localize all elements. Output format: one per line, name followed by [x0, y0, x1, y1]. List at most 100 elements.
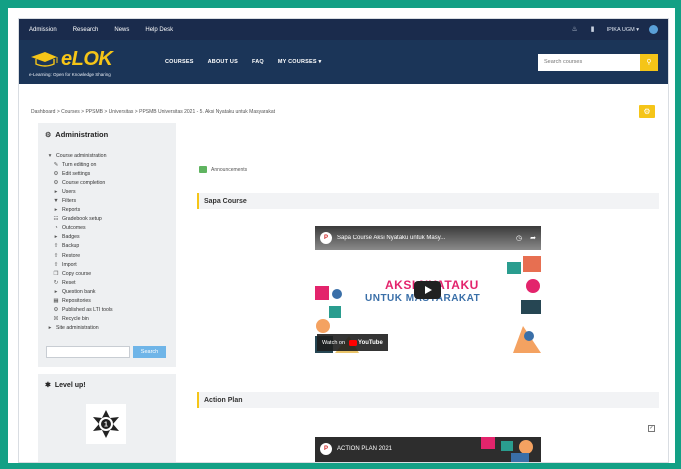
- nav-faq[interactable]: FAQ: [252, 59, 264, 65]
- course-search-input[interactable]: [538, 53, 640, 71]
- admin-item-icon: ☒: [53, 316, 59, 323]
- admin-item[interactable]: ▸ Users: [47, 187, 176, 196]
- nav-about-us[interactable]: ABOUT US: [208, 59, 238, 65]
- main-navbar: eLOK e-Learning: Open for Knowledge Shar…: [19, 40, 668, 84]
- top-bar: Admission Research News Help Desk ♨ ▮ IP…: [19, 19, 668, 40]
- channel-avatar[interactable]: P: [320, 232, 332, 244]
- top-right: ♨ ▮ IPIKA UGM ▾: [571, 25, 658, 34]
- admin-item[interactable]: ◔ Outcomes: [47, 224, 176, 233]
- admin-item-label: Repositories: [62, 298, 91, 305]
- share-icon[interactable]: ➦: [530, 234, 536, 242]
- forum-icon: [199, 166, 207, 173]
- admin-item-icon: ▾: [48, 152, 52, 159]
- admin-item[interactable]: ▼ Filters: [47, 196, 176, 205]
- admin-item[interactable]: ⚙ Edit settings: [47, 169, 176, 178]
- top-link-help-desk[interactable]: Help Desk: [145, 27, 173, 33]
- gear-icon: ⚙: [643, 107, 651, 116]
- video-action-plan[interactable]: P ACTION PLAN 2021: [315, 437, 541, 462]
- play-button[interactable]: [414, 281, 441, 299]
- site-logo[interactable]: eLOK e-Learning: Open for Knowledge Shar…: [29, 48, 139, 77]
- admin-item[interactable]: ↻ Reset: [47, 278, 176, 287]
- section-action-plan: Action Plan: [197, 392, 659, 408]
- browser-viewport: Admission Research News Help Desk ♨ ▮ IP…: [18, 18, 669, 463]
- user-menu[interactable]: IPIKA UGM ▾: [607, 27, 639, 33]
- admin-item-label: Reset: [62, 279, 76, 286]
- youtube-logo-icon: YouTube: [349, 339, 383, 346]
- level-up-title: ✱ Level up!: [38, 374, 176, 390]
- admin-item-label: Outcomes: [62, 225, 86, 232]
- admin-item-label: Published as LTI tools: [62, 307, 113, 314]
- course-search: ⚲: [538, 53, 658, 71]
- logo-tagline: e-Learning: Open for Knowledge Sharing: [29, 71, 111, 77]
- admin-item[interactable]: ⚙ Published as LTI tools: [47, 306, 176, 315]
- admin-item-label: Copy course: [62, 270, 92, 277]
- admin-item-label: Edit settings: [62, 170, 91, 177]
- search-button[interactable]: ⚲: [640, 53, 658, 71]
- nav-courses[interactable]: COURSES: [165, 59, 194, 65]
- decorative-pattern-right: [507, 256, 541, 353]
- admin-item-icon: ⚙: [53, 170, 59, 177]
- channel-avatar-2[interactable]: P: [320, 443, 332, 455]
- admin-item-icon: ⚙: [53, 307, 59, 314]
- admin-item[interactable]: ⇧ Backup: [47, 242, 176, 251]
- admin-item[interactable]: ❐ Copy course: [47, 269, 176, 278]
- user-name: IPIKA UGM: [606, 26, 635, 33]
- level-badge[interactable]: 1: [86, 404, 126, 444]
- admin-item[interactable]: ⇧ Restore: [47, 251, 176, 260]
- video-sapa-course[interactable]: P Sapa Course Aksi Nyataku untuk Masy...…: [315, 226, 541, 353]
- admin-item-label: Turn editing on: [62, 161, 97, 168]
- page-settings-button[interactable]: ⚙: [639, 105, 655, 118]
- admin-search-button[interactable]: Search: [133, 346, 166, 358]
- admin-item[interactable]: ✎ Turn editing on: [47, 160, 176, 169]
- gears-icon: ⚙: [45, 131, 52, 139]
- admin-item-icon: ⚙: [53, 179, 59, 186]
- admin-item-label: Reports: [62, 207, 81, 214]
- admin-search: Search: [46, 346, 166, 358]
- admin-item[interactable]: ⚙ Course completion: [47, 178, 176, 187]
- admin-item[interactable]: ⇧ Import: [47, 260, 176, 269]
- announcements-link[interactable]: Announcements: [199, 166, 247, 173]
- breadcrumb[interactable]: Dashboard > Courses > PPSMB > Universita…: [31, 109, 275, 115]
- watch-later-icon[interactable]: ◷: [516, 234, 522, 242]
- admin-item[interactable]: ▦ Repositories: [47, 297, 176, 306]
- admin-item-icon: ▸: [54, 188, 58, 195]
- admin-item[interactable]: ▸ Reports: [47, 206, 176, 215]
- main-menu: COURSES ABOUT US FAQ MY COURSES ▾: [165, 59, 321, 65]
- admin-item-label: Users: [62, 188, 76, 195]
- admin-item-label: Question bank: [62, 288, 96, 295]
- star-icon: ✱: [45, 382, 51, 389]
- admin-item[interactable]: ☷ Gradebook setup: [47, 215, 176, 224]
- administration-block: ⚙ Administration ▾ Course administration ✎…: [38, 123, 176, 367]
- watch-on-youtube[interactable]: Watch on YouTube: [317, 334, 388, 351]
- admin-item-label: Gradebook setup: [62, 216, 102, 223]
- completion-checkbox[interactable]: ✓: [648, 425, 655, 432]
- nav-my-courses[interactable]: MY COURSES ▾: [278, 59, 322, 65]
- top-link-news[interactable]: News: [114, 27, 129, 33]
- chat-icon[interactable]: ▮: [589, 26, 597, 34]
- svg-text:1: 1: [104, 422, 108, 429]
- admin-item[interactable]: ▾ Course administration: [47, 151, 176, 160]
- video-title[interactable]: Sapa Course Aksi Nyataku untuk Masy...: [337, 235, 487, 241]
- admin-item[interactable]: ▸ Question bank: [47, 287, 176, 296]
- admin-item-label: Course administration: [56, 152, 107, 159]
- admin-item-icon: ◔: [54, 225, 58, 232]
- avatar[interactable]: [649, 25, 658, 34]
- admin-item[interactable]: ▸ Site administration: [47, 324, 176, 333]
- bell-icon[interactable]: ♨: [571, 26, 579, 34]
- administration-title-text: Administration: [55, 130, 109, 139]
- video2-title[interactable]: ACTION PLAN 2021: [337, 446, 392, 452]
- admin-item-icon: ↻: [53, 279, 59, 286]
- admin-item[interactable]: ▸ Badges: [47, 233, 176, 242]
- admin-item[interactable]: ☒ Recycle bin: [47, 315, 176, 324]
- admin-item-label: Import: [62, 261, 77, 268]
- top-link-admission[interactable]: Admission: [29, 27, 57, 33]
- administration-title: ⚙ Administration: [38, 123, 176, 139]
- admin-search-input[interactable]: [46, 346, 130, 358]
- top-links: Admission Research News Help Desk: [29, 27, 173, 33]
- admin-item-icon: ▸: [54, 234, 58, 241]
- admin-item-label: Restore: [62, 252, 81, 259]
- admin-item-label: Recycle bin: [62, 316, 89, 323]
- admin-item-label: Filters: [62, 198, 77, 205]
- admin-item-icon: ▦: [53, 298, 59, 305]
- top-link-research[interactable]: Research: [73, 27, 99, 33]
